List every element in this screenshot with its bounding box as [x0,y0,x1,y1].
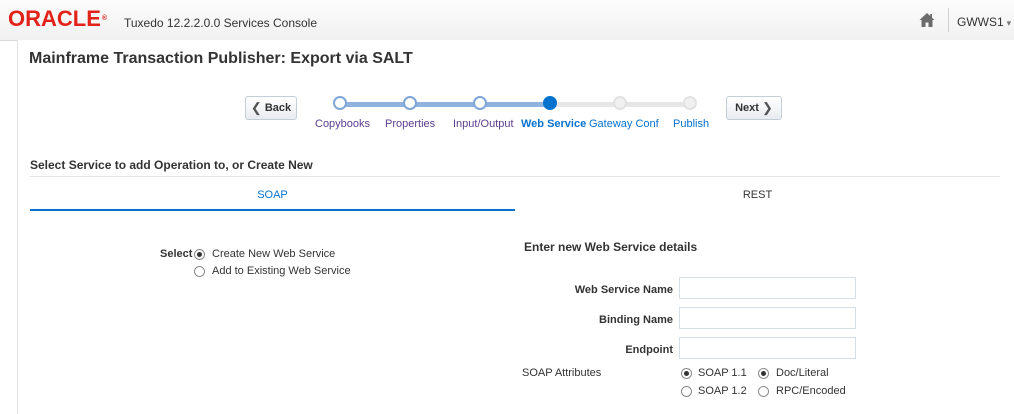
train-stop-copybooks[interactable] [333,96,347,110]
option-create-new-label[interactable]: Create New Web Service [212,248,335,260]
details-heading: Enter new Web Service details [524,240,698,254]
binding-name-field[interactable] [679,307,856,329]
top-header: ORACLE® Tuxedo 12.2.2.0.0 Services Conso… [0,0,1014,41]
radio-soap-1-1[interactable] [681,368,692,379]
train-connector [484,102,547,107]
web-service-name-label: Web Service Name [574,284,673,296]
user-menu[interactable]: GWWS1 ▾ [957,15,1011,29]
train-label-web-service[interactable]: Web Service [521,118,586,130]
home-icon[interactable] [918,11,936,29]
soap-1-2-label[interactable]: SOAP 1.2 [698,385,747,397]
chevron-right-icon: ❯ [762,100,773,115]
train-connector [624,102,687,107]
train-label-input-output[interactable]: Input/Output [453,118,514,130]
radio-rpc-encoded[interactable] [758,386,769,397]
binding-name-label: Binding Name [599,314,673,326]
logo-text: ORACLE [8,6,101,31]
option-add-existing-label[interactable]: Add to Existing Web Service [212,265,351,277]
select-label: Select [160,248,193,260]
section-divider [30,176,1000,177]
next-button[interactable]: Next ❯ [726,96,782,120]
rpc-encoded-label[interactable]: RPC/Encoded [776,385,846,397]
endpoint-field[interactable] [679,337,856,359]
chevron-left-icon: ❮ [250,100,262,115]
oracle-logo: ORACLE® [8,8,107,30]
web-service-name-field[interactable] [679,277,856,299]
page-title: Mainframe Transaction Publisher: Export … [29,50,413,67]
train-label-publish: Publish [673,118,710,130]
back-button[interactable]: ❮ Back [245,96,297,120]
selected-tab-indicator [30,209,515,211]
train-connector [554,102,617,107]
tab-rest[interactable]: REST [515,180,1000,210]
endpoint-label: Endpoint [625,344,673,356]
train-stop-publish [683,96,697,110]
doc-literal-label[interactable]: Doc/Literal [776,367,829,379]
radio-doc-literal[interactable] [758,368,769,379]
train-connector [344,102,407,107]
chevron-down-icon: ▾ [1006,18,1012,28]
user-label: GWWS1 [957,15,1004,29]
radio-create-new-web-service[interactable] [194,249,205,260]
train-stop-input-output[interactable] [473,96,487,110]
content-frame [17,40,1014,414]
header-divider [948,8,949,32]
train-connector [414,102,477,107]
train-stop-gateway-conf [613,96,627,110]
soap-1-1-label[interactable]: SOAP 1.1 [698,367,747,379]
tab-soap[interactable]: SOAP [30,180,515,210]
train-label-properties[interactable]: Properties [385,118,435,130]
train-label-copybooks[interactable]: Copybooks [315,118,370,130]
section-heading: Select Service to add Operation to, or C… [30,158,313,172]
radio-add-to-existing-web-service[interactable] [194,266,205,277]
registered-mark: ® [101,15,108,22]
train-stop-properties[interactable] [403,96,417,110]
app-title: Tuxedo 12.2.2.0.0 Services Console [124,16,318,30]
train-stop-web-service[interactable] [543,96,557,110]
back-button-label: Back [264,102,292,114]
radio-soap-1-2[interactable] [681,386,692,397]
soap-attributes-label: SOAP Attributes [522,367,602,379]
next-button-label: Next [735,102,759,114]
train-label-gateway-conf: Gateway Conf [589,118,659,130]
